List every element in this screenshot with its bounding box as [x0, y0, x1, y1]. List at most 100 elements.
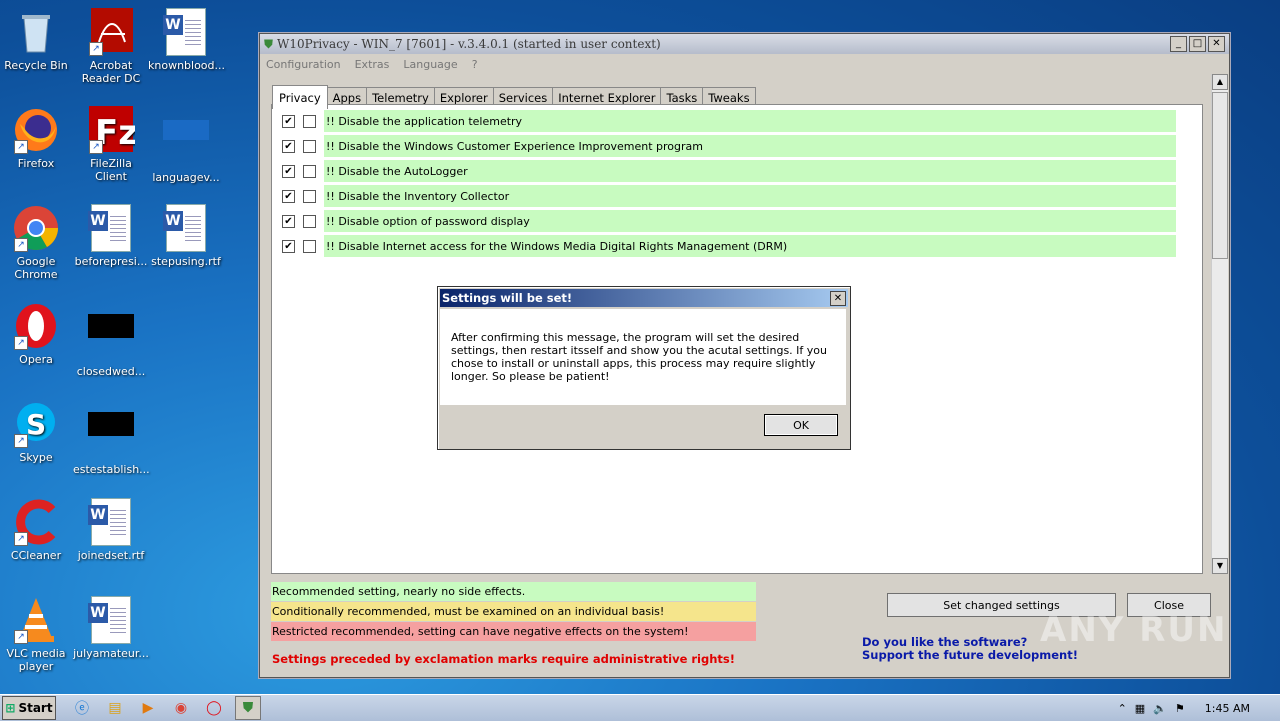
chrome-icon: ↗	[12, 204, 60, 252]
window-titlebar[interactable]: ⛊ W10Privacy - WIN_7 [7601] - v.3.4.0.1 …	[260, 34, 1229, 54]
file-icon	[162, 120, 210, 168]
desktop-icon-label: closedwed...	[76, 365, 146, 378]
setting-secondary-checkbox[interactable]	[303, 214, 316, 228]
desktop-icon-label: Acrobat Reader DC	[81, 59, 141, 85]
ccleaner-icon: ↗	[12, 498, 60, 546]
scroll-up-icon[interactable]: ▲	[1212, 74, 1228, 90]
desktop-icon-label: Firefox	[17, 157, 55, 170]
black-file-icon	[87, 412, 135, 460]
minimize-button[interactable]: _	[1170, 36, 1187, 52]
media-player-icon[interactable]: ▶	[136, 697, 160, 719]
w10privacy-taskbar-icon[interactable]: ⛊	[235, 696, 261, 720]
setting-label: !! Disable the Windows Customer Experien…	[324, 135, 1176, 157]
chrome-taskbar-icon[interactable]: ◉	[169, 697, 193, 719]
menubar: Configuration Extras Language ?	[260, 54, 1229, 74]
vertical-scrollbar[interactable]: ▲ ▼	[1211, 74, 1228, 574]
scroll-thumb[interactable]	[1212, 92, 1228, 259]
volume-icon[interactable]: 🔈	[1153, 702, 1167, 715]
opera-taskbar-icon[interactable]: ◯	[202, 697, 226, 719]
setting-secondary-checkbox[interactable]	[303, 114, 316, 128]
shortcut-arrow-icon: ↗	[14, 140, 28, 154]
desktop-icon-label: CCleaner	[10, 549, 62, 562]
desktop-icon-label: Recycle Bin	[4, 59, 68, 72]
setting-checkbox[interactable]: ✔	[282, 164, 295, 178]
windows-logo-icon: ⊞	[5, 701, 16, 715]
desktop-icon-julyamateur[interactable]: W julyamateur...	[73, 596, 149, 660]
setting-label: !! Disable the AutoLogger	[324, 160, 1176, 182]
skype-icon: S ↗	[12, 400, 60, 448]
setting-secondary-checkbox[interactable]	[303, 164, 316, 178]
network-icon[interactable]: ▦	[1135, 702, 1145, 715]
setting-checkbox[interactable]: ✔	[282, 114, 295, 128]
desktop-icon-knownblood[interactable]: W knownblood...	[148, 8, 225, 72]
acrobat-icon: ↗	[87, 8, 135, 56]
filezilla-icon: Fz ↗	[87, 106, 138, 154]
dialog-message: After confirming this message, the progr…	[451, 331, 827, 383]
menu-configuration[interactable]: Configuration	[266, 58, 341, 71]
setting-secondary-checkbox[interactable]	[303, 189, 316, 203]
shortcut-arrow-icon: ↗	[89, 42, 103, 56]
dialog-close-button[interactable]: ✕	[830, 290, 846, 306]
setting-checkbox[interactable]: ✔	[282, 139, 295, 153]
desktop-icon-estestablish[interactable]: estestablish...	[73, 400, 150, 476]
watermark: ANY RUN	[1040, 610, 1228, 650]
maximize-button[interactable]: □	[1189, 36, 1206, 52]
menu-language[interactable]: Language	[403, 58, 457, 71]
desktop-icon-stepusing[interactable]: W stepusing.rtf	[148, 204, 224, 268]
setting-checkbox[interactable]: ✔	[282, 239, 295, 253]
legend-recommended: Recommended setting, nearly no side effe…	[271, 582, 756, 601]
desktop-icon-label: joinedset.rtf	[77, 549, 145, 562]
tray-expand-icon[interactable]: ⌃	[1118, 702, 1127, 715]
shortcut-arrow-icon: ↗	[14, 630, 28, 644]
desktop-icon-acrobat[interactable]: ↗ Acrobat Reader DC	[73, 8, 149, 85]
start-label: Start	[18, 701, 53, 715]
opera-icon: ↗	[12, 302, 60, 350]
desktop-icon-beforepresi[interactable]: W beforepresi...	[73, 204, 149, 268]
internet-explorer-icon[interactable]: ⓔ	[70, 697, 94, 719]
desktop-icon-opera[interactable]: ↗ Opera	[0, 302, 74, 366]
setting-secondary-checkbox[interactable]	[303, 139, 316, 153]
word-doc-icon: W	[87, 498, 135, 546]
desktop-icon-recycle-bin[interactable]: Recycle Bin	[0, 8, 74, 72]
flag-icon[interactable]: ⚑	[1175, 702, 1185, 715]
setting-checkbox[interactable]: ✔	[282, 214, 295, 228]
vlc-icon: ↗	[12, 596, 60, 644]
dialog-title: Settings will be set!	[442, 291, 573, 305]
file-explorer-icon[interactable]: ▤	[103, 697, 127, 719]
tab-privacy[interactable]: Privacy	[272, 85, 328, 109]
dialog-body: After confirming this message, the progr…	[440, 309, 846, 405]
setting-checkbox[interactable]: ✔	[282, 189, 295, 203]
desktop-icon-skype[interactable]: S ↗ Skype	[0, 400, 74, 464]
shortcut-arrow-icon: ↗	[14, 434, 28, 448]
start-button[interactable]: ⊞ Start	[2, 696, 56, 720]
desktop-icon-label: Skype	[19, 451, 53, 464]
shortcut-arrow-icon: ↗	[14, 238, 28, 252]
desktop-icon-chrome[interactable]: ↗ Google Chrome	[0, 204, 74, 281]
word-doc-icon: W	[162, 8, 210, 56]
desktop-icon-joinedset[interactable]: W joinedset.rtf	[73, 498, 149, 562]
desktop-icon-vlc[interactable]: ↗ VLC media player	[0, 596, 74, 673]
desktop-icon-filezilla[interactable]: Fz ↗ FileZilla Client	[73, 106, 149, 183]
desktop-icon-label: languagev...	[152, 171, 220, 184]
desktop-icon-label: Google Chrome	[14, 255, 58, 281]
desktop-icon-ccleaner[interactable]: ↗ CCleaner	[0, 498, 74, 562]
setting-label: !! Disable the Inventory Collector	[324, 185, 1176, 207]
setting-row: ✔ !! Disable Internet access for the Win…	[272, 235, 1176, 257]
settings-dialog: Settings will be set! ✕ After confirming…	[437, 286, 851, 450]
setting-secondary-checkbox[interactable]	[303, 239, 316, 253]
desktop-icon-languagev[interactable]: languagev...	[148, 106, 224, 184]
legend-restricted: Restricted recommended, setting can have…	[271, 622, 756, 641]
menu-help[interactable]: ?	[472, 58, 478, 71]
word-doc-icon: W	[87, 204, 135, 252]
clock[interactable]: 1:45 AM	[1205, 702, 1250, 715]
admin-warning: Settings preceded by exclamation marks r…	[272, 652, 736, 666]
menu-extras[interactable]: Extras	[355, 58, 390, 71]
ok-button[interactable]: OK	[764, 414, 838, 436]
desktop-icon-firefox[interactable]: ↗ Firefox	[0, 106, 74, 170]
scroll-down-icon[interactable]: ▼	[1212, 558, 1228, 574]
svg-text:S: S	[26, 408, 46, 441]
desktop-icon-closedwed[interactable]: closedwed...	[73, 302, 149, 378]
shortcut-arrow-icon: ↗	[89, 140, 103, 154]
dialog-titlebar[interactable]: Settings will be set! ✕	[440, 289, 848, 307]
close-window-button[interactable]: ✕	[1208, 36, 1225, 52]
